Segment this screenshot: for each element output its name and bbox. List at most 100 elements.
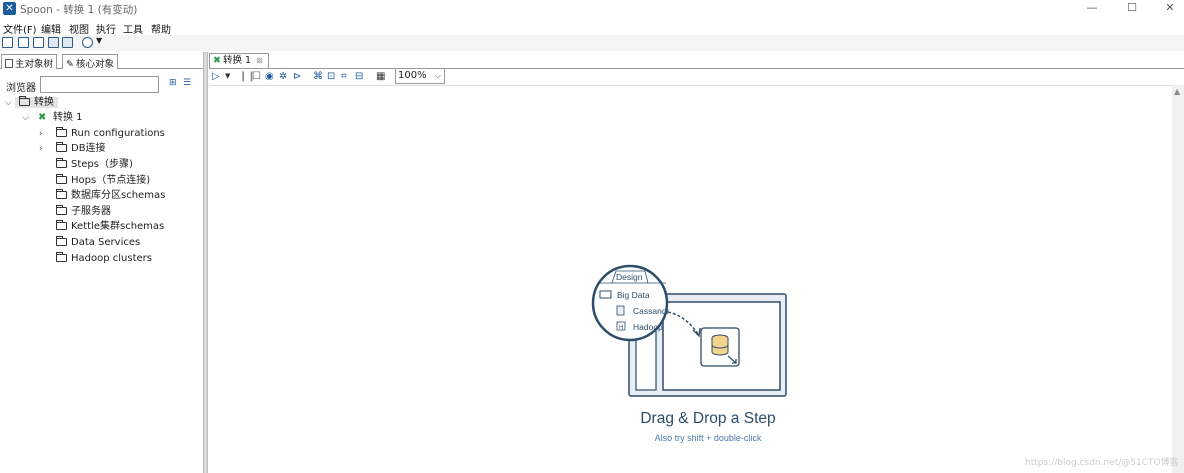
- tree-item-slave-servers[interactable]: 子服务器: [56, 204, 111, 219]
- close-icon[interactable]: ✕: [1150, 0, 1184, 18]
- run-icon[interactable]: ▷: [212, 71, 220, 82]
- collapse-all-icon[interactable]: ☰: [183, 78, 194, 89]
- save-as-icon[interactable]: [62, 37, 73, 48]
- folder-icon: [56, 127, 67, 137]
- chevron-down-icon: ⌵: [434, 71, 441, 80]
- menu-edit[interactable]: 编辑: [41, 21, 61, 36]
- explore-db-icon[interactable]: ⊟: [355, 71, 363, 82]
- hadoop-step-label: Hadoop: [633, 322, 663, 332]
- tree-item-label: 数据库分区schemas: [71, 190, 166, 201]
- chevron-down-icon[interactable]: ⌵: [5, 96, 15, 111]
- watermark: https://blog.csdn.net/@51CTO博客: [1025, 458, 1179, 468]
- run-dropdown-icon[interactable]: ▼: [225, 71, 230, 82]
- tab-main-tree[interactable]: 主对象树: [1, 54, 58, 70]
- transformation-icon: ✖: [38, 112, 47, 123]
- tree-item-cluster-schemas[interactable]: Kettle集群schemas: [56, 219, 164, 234]
- minimize-icon[interactable]: —: [1072, 0, 1112, 18]
- save-icon[interactable]: [48, 37, 59, 48]
- big-data-folder-label: Big Data: [617, 290, 650, 300]
- zoom-select[interactable]: 100% ⌵: [395, 68, 445, 84]
- new-file-icon[interactable]: [2, 37, 13, 48]
- tree-transformation-label: 转换 1: [53, 112, 83, 123]
- drag-drop-hint: Also try shift + double-click: [654, 433, 762, 443]
- editor-toolbar: ▷ ▼ ❙❙ ☐ ◉ ✲ ⊳ ⌘ ⊡ ⌗ ⊟ ▦: [209, 69, 1184, 85]
- folder-icon: [56, 252, 67, 262]
- maximize-icon[interactable]: ☐: [1112, 0, 1152, 18]
- browse-label: 浏览器: [6, 83, 36, 94]
- zoom-value: 100%: [398, 70, 427, 81]
- editor-tab-label: 转换 1: [222, 55, 252, 66]
- debug-icon[interactable]: ✲: [279, 71, 287, 82]
- spoon-app-icon: ✕: [3, 2, 16, 15]
- stop-icon[interactable]: ☐: [252, 71, 261, 82]
- tree-item-steps[interactable]: Steps（步骤): [56, 157, 133, 172]
- left-panel-tabs: 主对象树 ✎ 核心对象: [0, 53, 203, 70]
- tree-item-label: Hops（节点连接): [71, 175, 151, 186]
- chevron-down-icon[interactable]: ⌵: [22, 111, 32, 126]
- folder-icon: [56, 236, 67, 246]
- folder-icon: [56, 142, 67, 152]
- tree-item-hadoop-clusters[interactable]: Hadoop clusters: [56, 251, 152, 266]
- tree-item-run-configurations[interactable]: › Run configurations: [39, 126, 165, 141]
- menu-view[interactable]: 视图: [69, 21, 89, 36]
- chevron-right-icon[interactable]: ›: [39, 142, 49, 157]
- sql-icon[interactable]: ⌗: [341, 71, 347, 82]
- window-title: Spoon - 转换 1 (有变动): [20, 4, 138, 16]
- tree-item-db-connections[interactable]: › DB连接: [39, 141, 106, 156]
- tree-transformation[interactable]: ⌵ ✖ 转换 1: [22, 110, 83, 125]
- expand-all-icon[interactable]: ⊞: [169, 78, 180, 89]
- replay-icon[interactable]: ⊳: [293, 71, 301, 82]
- menu-file[interactable]: 文件(F): [3, 21, 37, 36]
- tab-core-objects[interactable]: ✎ 核心对象: [62, 54, 118, 70]
- tree-item-label: Kettle集群schemas: [71, 221, 165, 232]
- explore-repository-icon[interactable]: [33, 37, 44, 48]
- scroll-up-icon[interactable]: ▲: [1174, 87, 1180, 96]
- tab-transformation-1[interactable]: ✖ 转换 1 ⊠: [209, 53, 269, 68]
- hadoop-icon: H: [619, 325, 623, 331]
- cassandra-step-label: Cassandr: [633, 306, 670, 316]
- tree-item-label: Steps（步骤): [71, 159, 133, 170]
- grid-icon[interactable]: ▦: [376, 71, 385, 82]
- tree-root-label: 转换: [34, 97, 54, 108]
- verify-icon[interactable]: ⌘: [313, 71, 323, 82]
- vertical-scrollbar[interactable]: ▲: [1172, 85, 1184, 473]
- chevron-right-icon[interactable]: ›: [39, 127, 49, 142]
- preview-icon[interactable]: ◉: [265, 71, 274, 82]
- impact-icon[interactable]: ⊡: [327, 71, 335, 82]
- tree-item-label: DB连接: [71, 143, 106, 154]
- layers-icon[interactable]: [82, 37, 93, 48]
- document-icon: [5, 59, 13, 68]
- tree-item-data-services[interactable]: Data Services: [56, 235, 140, 250]
- tree-item-label: Hadoop clusters: [71, 253, 152, 264]
- folder-icon: [56, 174, 67, 184]
- menu-bar: 文件(F) 编辑 视图 执行 工具 帮助: [0, 19, 1184, 36]
- title-bar: ✕ Spoon - 转换 1 (有变动) — ☐ ✕: [0, 0, 1184, 18]
- folder-icon: [56, 205, 67, 215]
- tree-item-label: Run configurations: [71, 128, 165, 139]
- tab-main-tree-label: 主对象树: [15, 59, 54, 70]
- folder-icon: [56, 189, 67, 199]
- design-tab-label: Design: [616, 272, 643, 282]
- menu-run[interactable]: 执行: [96, 21, 116, 36]
- panel-splitter[interactable]: [203, 52, 208, 473]
- tree-item-label: 子服务器: [71, 206, 111, 217]
- tree-item-hops[interactable]: Hops（节点连接): [56, 173, 150, 188]
- drag-drop-illustration: Design Big Data Cassandr H Hadoop: [591, 264, 787, 397]
- drag-drop-title: Drag & Drop a Step: [640, 410, 776, 427]
- tree-item-partition-schemas[interactable]: 数据库分区schemas: [56, 188, 165, 203]
- tree-root[interactable]: ⌵ 转换: [5, 95, 58, 110]
- tab-core-objects-label: 核心对象: [75, 59, 114, 70]
- folder-icon: [56, 158, 67, 168]
- transformation-icon: ✖: [213, 55, 221, 66]
- pencil-icon: ✎: [66, 59, 74, 70]
- layers-dropdown-icon[interactable]: ▼: [96, 36, 102, 45]
- folder-icon: [56, 220, 67, 230]
- browse-search-input[interactable]: [40, 76, 159, 93]
- main-toolbar: ▼: [0, 35, 1184, 51]
- menu-tools[interactable]: 工具: [123, 21, 143, 36]
- folder-icon: [19, 96, 30, 106]
- close-tab-icon[interactable]: ⊠: [256, 56, 263, 65]
- open-folder-icon[interactable]: [18, 37, 29, 48]
- menu-help[interactable]: 帮助: [151, 21, 171, 36]
- tree-item-label: Data Services: [71, 237, 141, 248]
